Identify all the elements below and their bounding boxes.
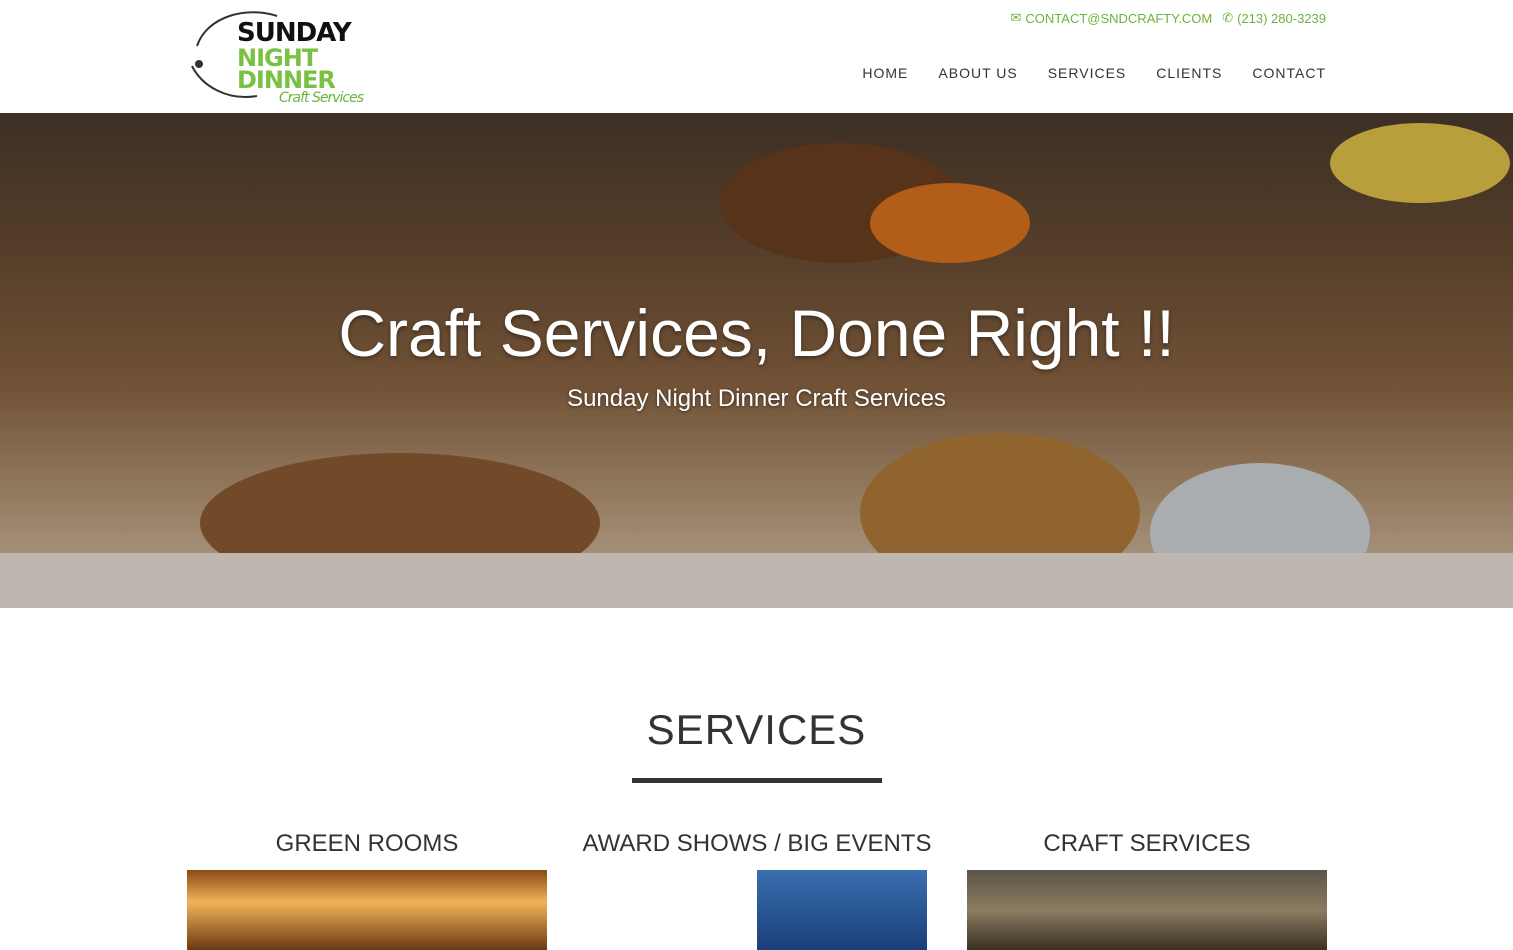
service-card-title: CRAFT SERVICES <box>1043 830 1251 857</box>
service-card-award-shows[interactable]: AWARD SHOWS / BIG EVENTS <box>577 830 937 950</box>
service-card-green-rooms[interactable]: GREEN ROOMS <box>187 830 547 950</box>
nav-home[interactable]: HOME <box>862 65 908 81</box>
contact-bar: ✉ CONTACT@SNDCRAFTY.COM ✆ (213) 280-3239 <box>1011 10 1327 26</box>
premios-image <box>757 870 927 950</box>
award-shows-image <box>577 870 937 950</box>
contact-email-link[interactable]: ✉ CONTACT@SNDCRAFTY.COM <box>1011 10 1213 26</box>
service-card-title: AWARD SHOWS / BIG EVENTS <box>582 830 932 857</box>
green-rooms-image <box>187 870 547 950</box>
phone-icon: ✆ <box>1222 10 1234 25</box>
contact-email-text: CONTACT@SNDCRAFTY.COM <box>1025 10 1213 26</box>
hero-banner: Craft Services, Done Right !! Sunday Nig… <box>0 113 1513 608</box>
service-card-craft-services[interactable]: CRAFT SERVICES <box>967 830 1327 950</box>
contact-phone-link[interactable]: ✆ (213) 280-3239 <box>1222 10 1326 26</box>
award-logo-image <box>577 870 757 950</box>
services-divider <box>632 778 882 783</box>
nav-clients[interactable]: CLIENTS <box>1156 65 1222 81</box>
hero-subtitle: Sunday Night Dinner Craft Services <box>567 385 946 412</box>
envelope-icon: ✉ <box>1010 10 1022 25</box>
hero-title: Craft Services, Done Right !! <box>338 296 1175 370</box>
site-header: SUNDAY NIGHT DINNER Craft Services ✉ CON… <box>0 0 1513 113</box>
nav-contact[interactable]: CONTACT <box>1252 65 1326 81</box>
nav-services[interactable]: SERVICES <box>1048 65 1127 81</box>
service-card-title: GREEN ROOMS <box>275 830 459 857</box>
main-nav: HOME ABOUT US SERVICES CLIENTS CONTACT <box>862 65 1326 81</box>
brand-logo[interactable]: SUNDAY NIGHT DINNER Craft Services <box>187 6 387 108</box>
nav-about-us[interactable]: ABOUT US <box>938 65 1017 81</box>
craft-services-image <box>967 870 1327 950</box>
services-heading: SERVICES <box>646 706 867 753</box>
logo-tagline: Craft Services <box>279 90 364 106</box>
contact-phone-text: (213) 280-3239 <box>1237 10 1326 26</box>
